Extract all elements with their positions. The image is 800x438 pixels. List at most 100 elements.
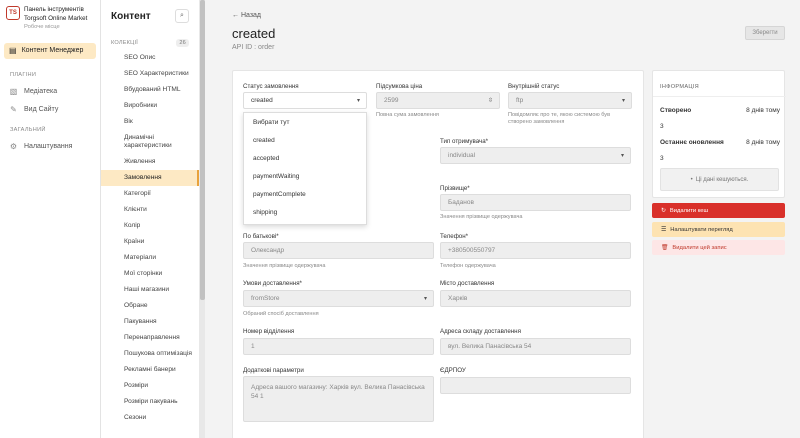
collection-item[interactable]: Мої сторінки [101, 266, 199, 282]
collection-item[interactable]: Обране [101, 298, 199, 314]
collections-panel: Контент ⌕ КОЛЕКЦІЇ 26 SEO Опис SEO Характ… [101, 0, 200, 438]
total-input[interactable]: 2599 ⇳ [376, 92, 500, 109]
warehouse-value: вул. Велика Панасівська 54 [448, 343, 532, 350]
list-icon: ☰ [661, 226, 667, 233]
status-select-value: created [251, 97, 273, 104]
collection-item[interactable]: Замовлення [101, 170, 199, 186]
phone-hint: Телефон одержувача [440, 263, 496, 269]
edrpou-label: ЄДРПОУ [440, 367, 466, 374]
configure-view-button[interactable]: ☰ Налаштувати перегляд [652, 222, 785, 237]
status-option[interactable]: created [244, 131, 366, 149]
info-panel: ІНФОРМАЦІЯ Створено 8 днів тому 3 Останн… [652, 70, 786, 198]
status-dropdown-menu: Вибрати тут created accepted paymentWaiting… [243, 112, 367, 225]
collection-item[interactable]: Вік [101, 114, 199, 130]
collection-item[interactable]: Сезони [101, 410, 199, 426]
chevron-down-icon: ▾ [621, 98, 625, 104]
collection-item[interactable]: Рекламні банери [101, 362, 199, 378]
status-option[interactable]: paymentComplete [244, 185, 366, 203]
delete-cache-button[interactable]: ↻ Видалити кеш [652, 203, 785, 218]
delivery-method-hint: Обраний спосіб доставлення [243, 311, 319, 317]
nav-settings-label: Налаштування [24, 142, 73, 150]
total-value: 2599 [384, 97, 399, 104]
total-hint: Повна сума замовлення [376, 112, 439, 118]
nav-content-manager-label: Контент Менеджер [21, 47, 84, 54]
receiver-type-value: individual [448, 152, 476, 159]
patronymic-input[interactable]: Олександр [243, 242, 434, 259]
nav-site-view-label: Вид Сайту [24, 105, 59, 113]
collection-item[interactable]: Виробники [101, 98, 199, 114]
warehouse-input[interactable]: вул. Велика Панасівська 54 [440, 338, 631, 355]
delete-record-button[interactable]: 🗑 Видалити цей запис [652, 240, 785, 255]
extra-params-textarea[interactable]: Адреса вашого магазину: Харків вул. Вели… [243, 376, 434, 422]
collection-item[interactable]: Категорії [101, 186, 199, 202]
image-icon: ▧ [9, 86, 18, 96]
collection-item[interactable]: Розміри пакувань [101, 394, 199, 410]
nav-media-library-label: Медіатека [24, 87, 58, 95]
delivery-city-input[interactable]: Харків [440, 290, 631, 307]
delivery-city-value: Харків [448, 295, 468, 302]
search-icon: ⌕ [180, 12, 184, 19]
nav-settings[interactable]: ⚙ Налаштування [9, 142, 100, 151]
collections-count-badge: 26 [176, 39, 189, 47]
content-manager-icon: ▤ [9, 46, 17, 55]
created-label: Створено [660, 107, 692, 114]
receiver-type-label: Тип отримувача* [440, 138, 489, 145]
updated-label: Останнє оновлення [660, 139, 724, 146]
updated-value: 8 днів тому [746, 139, 780, 146]
status-option[interactable]: shipping [244, 203, 366, 221]
collection-item[interactable]: SEO Характеристики [101, 66, 199, 82]
app-title-line1: Панель інструментів [24, 6, 84, 13]
nav-media-library[interactable]: ▧ Медіатека [9, 87, 100, 96]
status-option[interactable]: Вибрати тут [244, 113, 366, 131]
collection-item[interactable]: Країни [101, 234, 199, 250]
surname-input[interactable]: Баданов [440, 194, 631, 211]
save-button[interactable]: Зберегти [745, 26, 785, 40]
nav-content-manager[interactable]: ▤ Контент Менеджер [4, 42, 96, 59]
collection-item[interactable]: SEO Опис [101, 50, 199, 66]
nav-site-view[interactable]: ✎ Вид Сайту [9, 105, 100, 114]
brand[interactable]: TS Панель інструментів Torgsoft Online M… [0, 0, 100, 32]
updated-row: Останнє оновлення 8 днів тому [660, 139, 780, 146]
status-select[interactable]: created ▾ [243, 92, 367, 109]
collection-item[interactable]: Клієнти [101, 202, 199, 218]
back-link[interactable]: ← Назад [232, 12, 261, 19]
patronymic-value: Олександр [251, 247, 285, 254]
torgsoft-logo-icon: TS [6, 6, 20, 20]
internal-status-select[interactable]: ftp ▾ [508, 92, 632, 109]
collection-item[interactable]: Колір [101, 218, 199, 234]
scrollbar-thumb[interactable] [200, 0, 205, 300]
api-id: API ID : order [232, 44, 275, 51]
chevron-down-icon: ▾ [620, 153, 624, 159]
info-title: ІНФОРМАЦІЯ [660, 84, 699, 90]
collection-item[interactable]: Розміри [101, 378, 199, 394]
phone-input[interactable]: +380500550797 [440, 242, 631, 259]
collection-item[interactable]: Матеріали [101, 250, 199, 266]
info-divider [653, 96, 786, 97]
receiver-type-select[interactable]: individual ▾ [440, 147, 631, 164]
collection-item[interactable]: Вбудований HTML [101, 82, 199, 98]
delivery-method-value: fromStore [251, 295, 280, 302]
status-option[interactable]: accepted [244, 149, 366, 167]
surname-hint: Значення прізвище одержувача [440, 214, 523, 220]
delivery-city-label: Місто доставлення [440, 280, 495, 287]
collection-item[interactable]: Живлення [101, 154, 199, 170]
app-subtitle: Робоче місце [24, 24, 60, 30]
surname-value: Баданов [448, 199, 474, 206]
delete-record-label: Видалити цей запис [672, 244, 727, 251]
delivery-method-select[interactable]: fromStore ▾ [243, 290, 434, 307]
collection-item[interactable]: Динамічні характеристики [101, 130, 199, 154]
collection-item[interactable]: Перенаправлення [101, 330, 199, 346]
app-title-line2: Torgsoft Online Market [24, 14, 88, 22]
warehouse-label: Адреса складу доставлення [440, 328, 521, 335]
collection-item[interactable]: Пакування [101, 314, 199, 330]
collections-label: КОЛЕКЦІЇ [111, 40, 138, 46]
chevron-down-icon: ▾ [423, 296, 427, 302]
edrpou-input[interactable] [440, 377, 631, 394]
delivery-method-label: Умови доставлення* [243, 280, 302, 287]
collection-item[interactable]: Наші магазини [101, 282, 199, 298]
collection-item[interactable]: Пошукова оптимізація [101, 346, 199, 362]
gear-icon: ⚙ [9, 141, 18, 151]
status-option[interactable]: paymentWaiting [244, 167, 366, 185]
department-input[interactable]: 1 [243, 338, 434, 355]
search-button[interactable]: ⌕ [175, 9, 189, 23]
